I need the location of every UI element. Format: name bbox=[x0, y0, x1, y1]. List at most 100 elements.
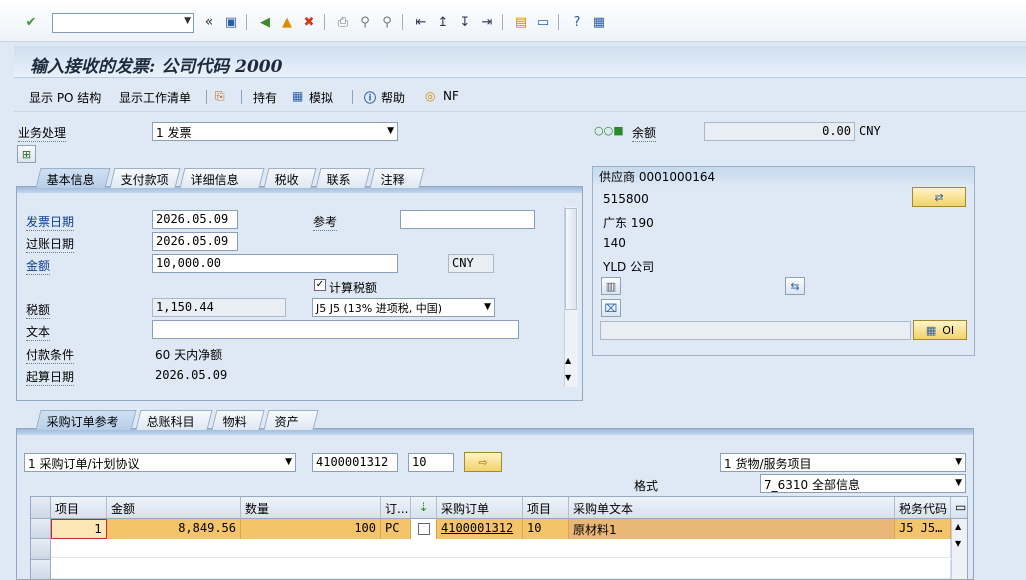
col-amount[interactable]: 金额 bbox=[107, 497, 241, 519]
chevron-down-icon[interactable]: ▼ bbox=[184, 16, 191, 26]
tab-tax[interactable]: 税收 bbox=[263, 168, 317, 188]
col-quantity[interactable]: 数量 bbox=[241, 497, 381, 519]
show-po-structure-button[interactable]: 显示 PO 结构 bbox=[29, 89, 101, 106]
show-worklist-button[interactable]: 显示工作清单 bbox=[119, 89, 191, 106]
tab-payment[interactable]: 支付款项 bbox=[109, 168, 181, 188]
separator bbox=[352, 90, 353, 104]
document-icon[interactable]: ⎘ bbox=[215, 89, 225, 104]
tab-basic-info[interactable]: 基本信息 bbox=[35, 168, 111, 188]
amount-input[interactable]: 10,000.00 bbox=[152, 254, 398, 273]
command-field[interactable]: ▼ bbox=[52, 13, 194, 33]
prev-page-icon[interactable]: ↥ bbox=[434, 13, 452, 31]
print-icon[interactable]: ⎙ bbox=[334, 13, 352, 31]
cell-tax-code[interactable]: J5 J5… bbox=[895, 519, 951, 539]
po-item-input[interactable]: 10 bbox=[408, 453, 454, 472]
find-next-icon[interactable]: ⚲ bbox=[378, 13, 396, 31]
cell-item[interactable]: 1 bbox=[51, 519, 107, 539]
tax-amount-field: 1,150.44 bbox=[152, 298, 286, 317]
col-order-unit[interactable]: 订... bbox=[381, 497, 411, 519]
select-all-cell[interactable] bbox=[31, 497, 51, 519]
scroll-up-icon[interactable]: ▲ bbox=[955, 522, 961, 531]
last-page-icon[interactable]: ⇥ bbox=[478, 13, 496, 31]
scroll-down-icon[interactable]: ▼ bbox=[955, 539, 961, 548]
vendor-edit-button[interactable]: ⇄ bbox=[912, 187, 966, 207]
vendor-line-4: YLD 公司 bbox=[603, 260, 655, 274]
col-settings-icon[interactable]: ▭ bbox=[951, 497, 967, 519]
customize-icon[interactable]: ▦ bbox=[590, 13, 608, 31]
tab-contact[interactable]: 联系 bbox=[315, 168, 371, 188]
tab-asset[interactable]: 资产 bbox=[263, 410, 319, 430]
shortcut-icon[interactable]: ▭ bbox=[534, 13, 552, 31]
simulate-button[interactable]: 模拟 bbox=[309, 89, 333, 106]
posting-date-input[interactable]: 2026.05.09 bbox=[152, 232, 238, 251]
po-number-input[interactable]: 4100001312 bbox=[312, 453, 398, 472]
vendor-line-2: 广东 190 bbox=[603, 216, 654, 230]
col-po-item[interactable]: 项目 bbox=[523, 497, 569, 519]
hold-button[interactable]: 持有 bbox=[253, 89, 277, 106]
tab-details[interactable]: 详细信息 bbox=[179, 168, 265, 188]
new-session-icon[interactable]: ▤ bbox=[512, 13, 530, 31]
col-po-text[interactable]: 采购单文本 bbox=[569, 497, 895, 519]
transfer-button[interactable]: ⇨ bbox=[464, 452, 502, 472]
cell-po-text[interactable]: 原材料1 bbox=[569, 519, 895, 539]
collapse-icon[interactable]: « bbox=[200, 13, 218, 31]
tab-material[interactable]: 物料 bbox=[211, 410, 265, 430]
text-label: 文本 bbox=[26, 325, 51, 341]
invoice-date-input[interactable]: 2026.05.09 bbox=[152, 210, 238, 229]
col-item[interactable]: 项目 bbox=[51, 497, 107, 519]
simulate-icon: ▦ bbox=[292, 89, 304, 103]
reference-type-select[interactable]: 1 采购订单/计划协议 ▼ bbox=[24, 453, 296, 472]
cancel-icon[interactable]: ✖ bbox=[300, 13, 318, 31]
payment-terms-value: 60 天内净额 bbox=[155, 348, 223, 362]
vendor-change-icon[interactable]: ⇆ bbox=[785, 277, 805, 295]
scrollbar-thumb[interactable] bbox=[565, 208, 577, 310]
cell-checkbox-wrap bbox=[411, 519, 437, 539]
layout-select[interactable]: 7_6310 全部信息 ▼ bbox=[760, 474, 966, 493]
cell-unit[interactable]: PC bbox=[381, 519, 411, 539]
first-page-icon[interactable]: ⇤ bbox=[412, 13, 430, 31]
col-filter-icon[interactable]: ⇣ bbox=[411, 497, 437, 519]
balance-currency: CNY bbox=[859, 124, 881, 138]
separator bbox=[402, 14, 403, 30]
vendor-line-3: 140 bbox=[603, 236, 626, 250]
help-icon[interactable]: ? bbox=[568, 13, 586, 31]
list-icon: ▦ bbox=[925, 323, 937, 337]
vendor-detail-icon[interactable]: ▥ bbox=[601, 277, 621, 295]
document-tree-icon[interactable]: ⊞ bbox=[17, 145, 36, 163]
text-input[interactable] bbox=[152, 320, 519, 339]
scroll-up-icon[interactable]: ▲ bbox=[565, 356, 571, 365]
nf-button[interactable]: NF bbox=[443, 89, 459, 103]
tax-code-select[interactable]: J5 J5 (13% 进项税, 中国) ▼ bbox=[312, 298, 495, 317]
calc-tax-checkbox[interactable]: ✓ bbox=[314, 279, 326, 291]
status-lights-icon: ○○■ bbox=[594, 124, 624, 137]
reference-input[interactable] bbox=[400, 210, 535, 229]
find-icon[interactable]: ⚲ bbox=[356, 13, 374, 31]
row-checkbox[interactable] bbox=[417, 523, 430, 535]
tab-gl-account[interactable]: 总账科目 bbox=[135, 410, 213, 430]
separator bbox=[246, 14, 247, 30]
enter-icon[interactable]: ✔ bbox=[22, 13, 40, 31]
cell-po-link[interactable]: 4100001312 bbox=[437, 519, 523, 539]
exit-icon[interactable]: ▲ bbox=[278, 13, 296, 31]
row-selector[interactable] bbox=[31, 519, 51, 539]
back-icon[interactable]: ◀ bbox=[256, 13, 274, 31]
next-page-icon[interactable]: ↧ bbox=[456, 13, 474, 31]
col-po[interactable]: 采购订单 bbox=[437, 497, 523, 519]
col-tax-code[interactable]: 税务代码 bbox=[895, 497, 951, 519]
cell-amount[interactable]: 8,849.56 bbox=[107, 519, 241, 539]
tab-notes[interactable]: 注释 bbox=[369, 168, 425, 188]
open-items-button[interactable]: ▦ OI bbox=[913, 320, 967, 340]
tax-amount-label: 税额 bbox=[26, 303, 51, 319]
item-type-select[interactable]: 1 货物/服务项目 ▼ bbox=[720, 453, 966, 472]
tab-po-reference[interactable]: 采购订单参考 bbox=[35, 410, 137, 430]
scroll-down-icon[interactable]: ▼ bbox=[565, 373, 571, 382]
cell-quantity[interactable]: 100 bbox=[241, 519, 381, 539]
row-selector[interactable] bbox=[31, 539, 51, 560]
vendor-line-1: 515800 bbox=[603, 192, 649, 206]
save-icon[interactable]: ▣ bbox=[222, 13, 240, 31]
vendor-delete-icon[interactable]: ⌧ bbox=[601, 299, 621, 317]
transaction-select[interactable]: 1 发票 ▼ bbox=[152, 122, 398, 141]
cell-po-item[interactable]: 10 bbox=[523, 519, 569, 539]
help-button[interactable]: 帮助 bbox=[381, 89, 405, 106]
row-selector[interactable] bbox=[31, 560, 51, 579]
